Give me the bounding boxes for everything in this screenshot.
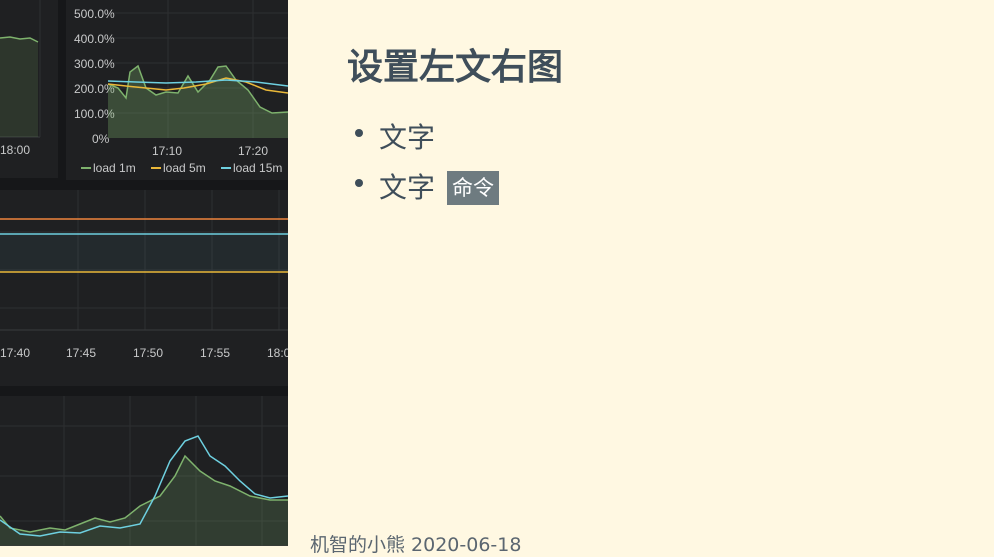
y-tick: 400.0%	[74, 32, 115, 46]
x-tick: 17:50	[133, 346, 163, 360]
slide-content: 设置左文右图 文字 文字 命令 机智的小熊 2020-06-18	[288, 0, 994, 556]
x-tick: 17:40	[0, 346, 30, 360]
y-tick: 500.0%	[74, 7, 115, 21]
bottom-panel-graph	[0, 396, 288, 546]
y-tick: 300.0%	[74, 57, 115, 71]
x-tick: 17:45	[66, 346, 96, 360]
bullet-list: 文字 文字 命令	[347, 113, 500, 213]
legend-label: load 1m	[93, 161, 136, 175]
middle-panel-graph: 17:40 17:45 17:50 17:55 18:0	[0, 190, 288, 360]
dashboard-screenshot-image: 18:00 500.0% 400.0% 300.0% 200.0% 100.0%…	[0, 0, 288, 546]
bottom-panel	[0, 396, 288, 546]
top-left-panel: 18:00	[0, 0, 58, 178]
slide-title: 设置左文右图	[347, 47, 564, 88]
bullet-text: 文字	[379, 121, 436, 154]
y-tick: 0%	[92, 132, 110, 146]
x-tick: 18:0	[267, 346, 288, 360]
bullet-text: 文字	[379, 171, 436, 204]
legend-label: load 5m	[163, 161, 206, 175]
legend-label: load 15m	[233, 161, 282, 175]
load-panel: 500.0% 400.0% 300.0% 200.0% 100.0% 0% 17…	[66, 0, 288, 180]
x-tick: 17:55	[200, 346, 230, 360]
bullet-item: 文字	[347, 113, 499, 163]
load-panel-graph: 500.0% 400.0% 300.0% 200.0% 100.0% 0% 17…	[74, 0, 288, 175]
x-tick: 17:10	[152, 144, 182, 158]
x-tick: 18:00	[0, 143, 30, 157]
x-tick: 17:20	[238, 144, 268, 158]
top-left-panel-graph: 18:00	[0, 0, 41, 157]
inline-code-tag: 命令	[447, 171, 500, 205]
footer-author-date: 机智的小熊 2020-06-18	[310, 534, 522, 556]
bullet-item: 文字 命令	[347, 163, 500, 213]
middle-panel: 17:40 17:45 17:50 17:55 18:0	[0, 190, 288, 386]
